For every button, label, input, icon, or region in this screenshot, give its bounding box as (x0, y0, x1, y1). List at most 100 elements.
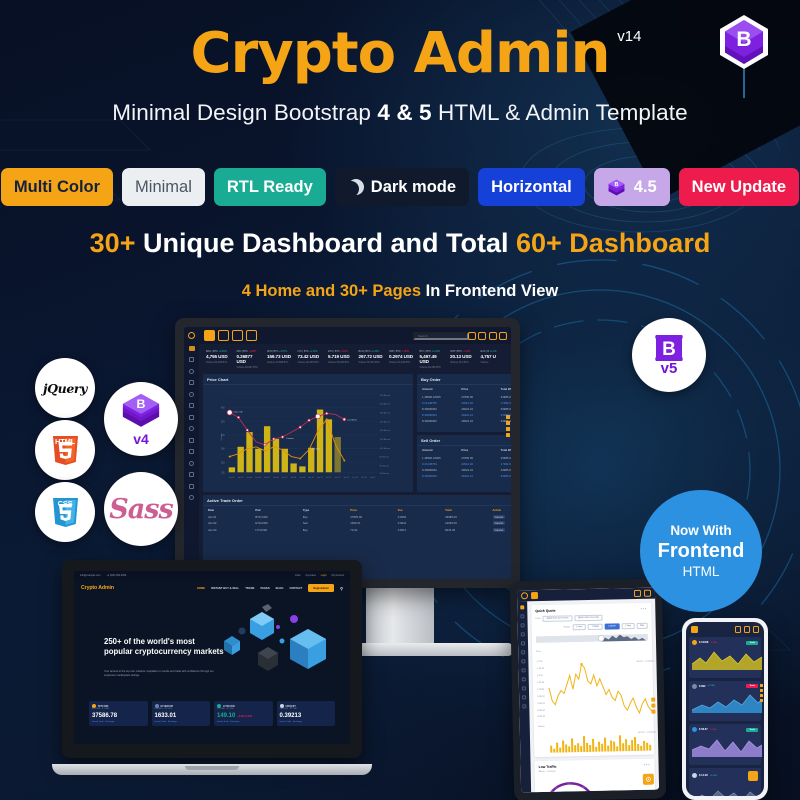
sidebar-item-3[interactable] (520, 623, 525, 628)
bell-icon[interactable] (734, 626, 741, 633)
card-actions-icon[interactable]: ••• (641, 607, 648, 611)
coin-link[interactable]: Instant Trade · Exchange (155, 721, 208, 723)
grid-icon[interactable] (530, 592, 539, 600)
phone-quick-marks[interactable] (760, 684, 763, 702)
settings-fab-button[interactable] (748, 770, 758, 781)
card-actions-icon[interactable]: ••• (644, 763, 651, 767)
sidebar-item-10[interactable] (521, 686, 526, 691)
trade-button[interactable]: Trade (746, 684, 758, 688)
coin-link[interactable]: Instant Trade · Exchange (280, 721, 333, 723)
tablet-quick-marks[interactable] (651, 697, 656, 714)
sidebar-item-forms[interactable] (189, 380, 194, 385)
fullscreen-icon[interactable] (478, 331, 486, 340)
sidebar-item-users[interactable] (189, 426, 194, 431)
range-max[interactable]: Max (636, 622, 648, 629)
topbar-rates[interactable]: Any-rates (306, 574, 316, 577)
table-row[interactable]: 8.30000000 29024.22 33985.00 (422, 405, 511, 411)
sidebar-item-9[interactable] (521, 677, 526, 682)
chat-icon[interactable] (218, 330, 229, 341)
sidebar-item-auth[interactable] (189, 460, 194, 466)
sidebar-item-pages[interactable] (189, 414, 194, 420)
bell-icon[interactable] (633, 589, 642, 598)
search-icon[interactable] (467, 331, 476, 340)
badge-new-update[interactable]: New Update (678, 168, 800, 206)
sidebar-item-12[interactable] (522, 704, 527, 709)
nav-item-trade[interactable]: TRADE (245, 587, 254, 590)
from-value[interactable]: 38600 BTC to 0.5 BTC (542, 615, 573, 622)
nav-item-instant-buy-sell[interactable]: INSTANT BUY & SELL (211, 587, 239, 590)
sidebar-item-2[interactable] (520, 614, 525, 619)
ticker-item[interactable]: XRP | BTC -1.08% 0.2974 USD Volume 60,24… (386, 347, 417, 371)
coin-card[interactable]: UBIQUIT UBQ/USD · $ 1 USD 0.39213 Instan… (276, 701, 335, 726)
avatar[interactable] (643, 589, 652, 597)
table-row[interactable]: 8.30000000 29022.22 33985.00 (422, 417, 511, 423)
ticker-item[interactable]: LTC | BTC +1.34% 73.42 USD Volume 90,365… (295, 347, 326, 371)
to-value[interactable]: 38600 USD 0.62 USD (574, 614, 603, 622)
sidebar-item-active[interactable] (520, 605, 525, 610)
ticker-item[interactable]: BTC | BTC +2.18% 5,497.49 USD Volume 81,… (417, 347, 448, 371)
sidebar-item-7[interactable] (521, 659, 526, 664)
sidebar-item-maps[interactable] (189, 449, 194, 454)
cancel-button[interactable]: Cancel (492, 527, 506, 532)
ticker-item[interactable]: ZFN | BTC +4.57% 159.73 USD Volume 42,69… (264, 347, 295, 371)
badge-bootstrap-45[interactable]: B 4.5 (593, 168, 670, 206)
sidebar-item-tables[interactable] (189, 391, 194, 397)
coin-link[interactable]: Instant Trade · Exchange (92, 721, 145, 723)
sidebar-item-8[interactable] (521, 668, 526, 673)
table-row[interactable]: 0.21448756 23914.00 17382.00 (422, 399, 511, 405)
settings-fab-button[interactable] (642, 773, 654, 785)
site-logo[interactable]: Crypto Admin (81, 585, 114, 591)
sidebar-item-charts[interactable] (189, 368, 194, 374)
badge-dark-mode[interactable]: Dark mode (334, 168, 470, 206)
sidebar-item-settings[interactable] (189, 472, 194, 477)
table-row[interactable]: 1.48500.16025 27835.00 33985.00 (422, 393, 511, 399)
coin-card[interactable]: $ 58.87 -1.12% Trade (689, 724, 763, 765)
menu-icon[interactable] (520, 592, 529, 600)
badge-horizontal[interactable]: Horizontal (478, 168, 585, 206)
sidebar-quick-marks[interactable] (506, 415, 510, 437)
nav-item-pages[interactable]: PAGES (260, 587, 269, 590)
nav-item-contact[interactable]: CONTACT (289, 587, 302, 590)
nav-item-home[interactable]: HOME (197, 587, 205, 590)
coin-card[interactable]: $ 14.08 +1.02% (689, 767, 763, 796)
gear-icon[interactable] (752, 626, 759, 633)
sidebar-item-4[interactable] (520, 632, 525, 637)
avatar[interactable] (499, 331, 507, 340)
trade-button[interactable]: Trade (746, 727, 758, 732)
table-row[interactable]: 8.30000000 29024.22 33985.00 (422, 466, 511, 472)
menu-icon[interactable] (691, 626, 698, 633)
sidebar-item-dashboard[interactable] (188, 345, 195, 351)
coin-card[interactable]: LITECOIN LTC/USD · $ 1 USD 149.10 +4.86 … (214, 701, 273, 726)
ticker-item[interactable]: XMP | BTC -3.12% 20.13 USD Volume 45,0 B… (447, 347, 478, 371)
ticker-item[interactable]: ETC | BTC -0.91% 5.719 USD Volume 80,245… (325, 347, 356, 371)
topbar-login[interactable]: Login (321, 574, 327, 577)
badge-rtl-ready[interactable]: RTL Ready (213, 168, 326, 206)
table-row[interactable]: 1.48500.16025 27835.00 33985.00 (422, 454, 511, 460)
nav-item-blog[interactable]: BLOG (276, 587, 284, 590)
range-1week[interactable]: 1 Week (587, 623, 603, 630)
badge-multi-color[interactable]: Multi Color (0, 168, 114, 206)
ticker-item[interactable]: EUK | B +1.0% 4,757 U Volume (478, 347, 509, 371)
ticker-item[interactable]: BAG | BTC +0.66% 4,755 USD Volume 86,345… (203, 347, 234, 371)
coin-card[interactable]: $ 892 +2.14% Trade (689, 680, 763, 721)
search-input[interactable] (413, 331, 469, 340)
topbar-account[interactable]: My Account (332, 574, 344, 577)
table-row[interactable]: 8.30000000 29422.22 33985.00 (422, 472, 511, 478)
coin-card[interactable]: ETHERUM ETH/USD · $ 1 USD 1633.01 Instan… (151, 701, 210, 726)
badge-minimal[interactable]: Minimal (122, 168, 205, 206)
dashboard-sidebar[interactable] (184, 327, 199, 579)
sidebar-item-6[interactable] (521, 650, 526, 655)
sidebar-item-support[interactable] (189, 483, 194, 489)
ticker-item[interactable]: ZFN | BTC -1.28% 0.26877 USD Volume 62,8… (234, 347, 265, 371)
trade-button[interactable]: Trade (746, 640, 758, 645)
topbar-links[interactable]: Links (295, 574, 301, 577)
table-row[interactable]: 0.21448756 23914.00 17382.00 (422, 460, 511, 466)
sidebar-item-11[interactable] (522, 695, 527, 700)
coin-card[interactable]: BITCOIN BTC/USD · $ 1 USD 37586.78 Insta… (89, 701, 148, 726)
coin-card[interactable]: $ 10408 -1.24% Trade (689, 637, 763, 678)
range-1hour[interactable]: 1 Hour (572, 624, 587, 631)
bell-icon[interactable] (488, 331, 497, 340)
registration-button[interactable]: Registration (308, 584, 335, 592)
grid-icon[interactable] (204, 330, 215, 341)
coin-link[interactable]: Instant Trade · Exchange (217, 721, 270, 723)
